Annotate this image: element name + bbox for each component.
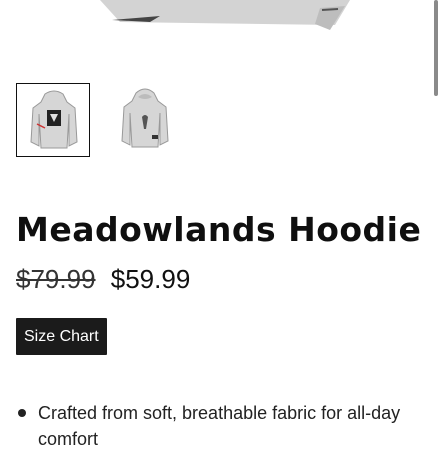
hoodie-front-thumbnail: [30, 90, 78, 149]
compare-at-price: $79.99: [16, 264, 96, 294]
feature-list: Crafted from soft, breathable fabric for…: [16, 400, 441, 452]
thumbnail-gallery: [16, 83, 182, 157]
price-row: $79.99 $59.99: [16, 264, 190, 295]
thumbnail-back[interactable]: [108, 83, 182, 157]
feature-item: Crafted from soft, breathable fabric for…: [16, 400, 441, 452]
hoodie-back-thumbnail: [121, 88, 169, 148]
feature-text: Crafted from soft, breathable fabric for…: [38, 403, 401, 449]
main-product-image[interactable]: [0, 0, 441, 40]
product-title: Meadowlands Hoodie: [16, 210, 422, 249]
hoodie-image-bottom: [100, 0, 350, 30]
sale-price: $59.99: [110, 264, 191, 294]
page-scrollbar[interactable]: [434, 0, 438, 96]
thumbnail-front[interactable]: [16, 83, 90, 157]
bullet-icon: [18, 409, 26, 417]
size-chart-button[interactable]: Size Chart: [16, 318, 107, 355]
